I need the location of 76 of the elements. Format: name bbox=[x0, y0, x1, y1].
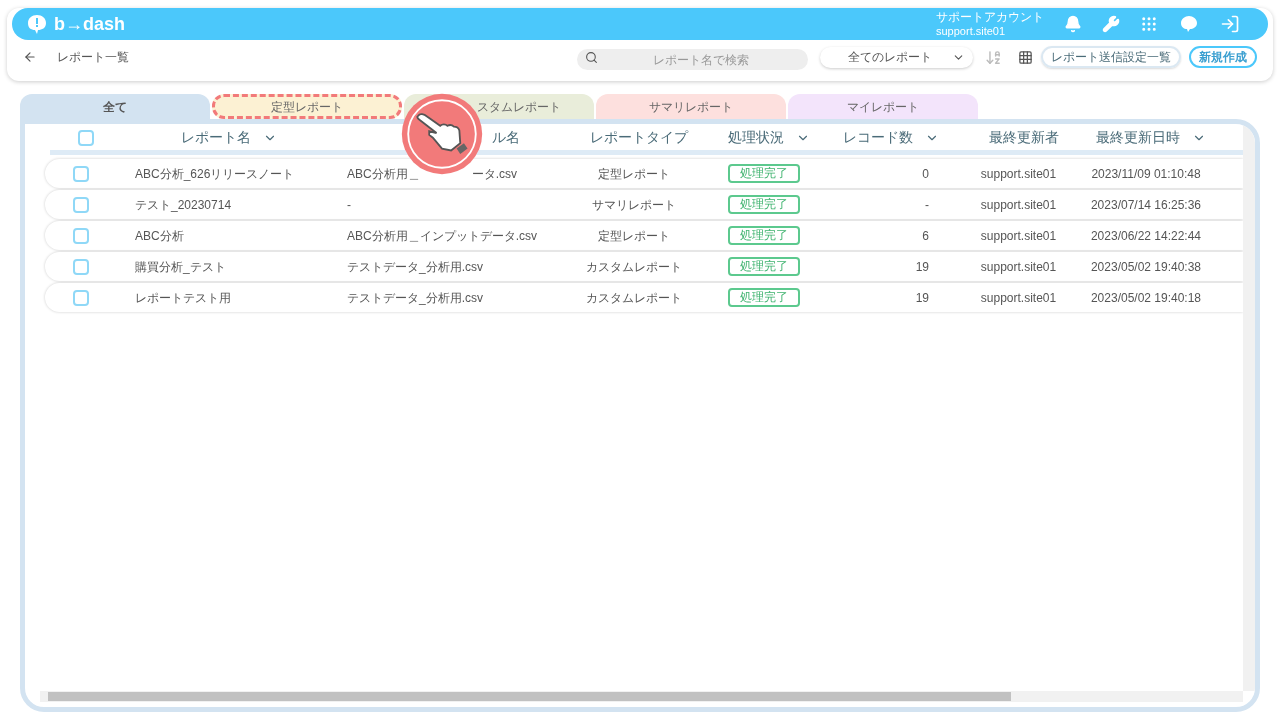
send-settings-button[interactable]: レポート送信設定一覧 bbox=[1041, 46, 1181, 68]
report-type: カスタムレポート bbox=[584, 258, 683, 276]
wrench-icon[interactable] bbox=[1102, 15, 1120, 33]
updated-at: 2023/07/14 16:25:36 bbox=[1089, 196, 1203, 214]
logo-text: b→dash bbox=[54, 13, 125, 36]
file-name: ABC分析用＿インプットデータ.csv bbox=[347, 227, 537, 245]
report-name: ABC分析_626リリースノート bbox=[134, 165, 296, 183]
table-row[interactable]: テスト_20230714 - サマリレポート 処理完了 - support.site01 2023/07/14 16:25:36 bbox=[45, 190, 1243, 219]
status-badge: 処理完了 bbox=[727, 195, 800, 214]
checkbox[interactable] bbox=[73, 258, 89, 275]
column-header: 最終更新者 bbox=[988, 128, 1059, 147]
checkbox[interactable] bbox=[73, 196, 89, 213]
updated-at: 2023/05/02 19:40:18 bbox=[1089, 289, 1203, 307]
column-header[interactable]: レコード数 bbox=[843, 127, 913, 148]
checkbox[interactable] bbox=[73, 227, 89, 244]
report-type: 定型レポート bbox=[596, 227, 671, 245]
updater: support.site01 bbox=[979, 165, 1058, 183]
report-name: 購買分析_テスト bbox=[134, 258, 227, 276]
file-name: - bbox=[347, 196, 351, 214]
report-type: 定型レポート bbox=[596, 165, 671, 183]
bell-icon[interactable] bbox=[1064, 15, 1082, 33]
report-type: サマリレポート bbox=[590, 196, 677, 214]
updated-at: 2023/11/09 01:10:48 bbox=[1090, 165, 1202, 183]
table-row[interactable]: レポートテスト用 テストデータ_分析用.csv カスタムレポート 処理完了 19 support.site01 2023/05/02 19:40:18 bbox=[45, 283, 1243, 312]
report-tab[interactable]: 全て bbox=[20, 94, 210, 119]
logout-icon[interactable] bbox=[1220, 14, 1240, 34]
report-name: テスト_20230714 bbox=[134, 196, 233, 214]
column-header: ル名 bbox=[492, 128, 520, 147]
file-name: ABC分析用＿ bbox=[347, 165, 420, 183]
checkbox[interactable] bbox=[73, 289, 89, 306]
updater: support.site01 bbox=[979, 289, 1058, 307]
updater: support.site01 bbox=[979, 196, 1058, 214]
record-count: 0 bbox=[921, 165, 930, 183]
column-header[interactable]: 最終更新日時 bbox=[1096, 127, 1180, 148]
checkbox[interactable] bbox=[78, 129, 94, 146]
record-count: 6 bbox=[921, 227, 930, 245]
account-label: サポートアカウント bbox=[936, 10, 1044, 24]
table-row[interactable]: ABC分析 ABC分析用＿インプットデータ.csv 定型レポート 処理完了 6 support.site01 2023/06/22 14:22:44 bbox=[45, 221, 1243, 250]
table-row[interactable]: 購買分析_テスト テストデータ_分析用.csv カスタムレポート 処理完了 19 support.site01 2023/05/02 19:40:38 bbox=[45, 252, 1243, 281]
status-badge: 処理完了 bbox=[727, 226, 800, 245]
report-name: レポートテスト用 bbox=[134, 289, 232, 307]
file-name: テストデータ_分析用.csv bbox=[347, 289, 483, 307]
vertical-scrollbar[interactable] bbox=[1243, 124, 1255, 691]
record-count: 19 bbox=[914, 258, 930, 276]
status-badge: 処理完了 bbox=[727, 164, 800, 183]
grid-view-icon[interactable] bbox=[1018, 49, 1033, 65]
report-type: カスタムレポート bbox=[584, 289, 683, 307]
report-tab[interactable]: サマリレポート bbox=[596, 94, 786, 119]
status-badge: 処理完了 bbox=[727, 288, 800, 307]
search-field[interactable]: レポート名で検索 bbox=[577, 49, 808, 70]
column-header[interactable]: 処理状況 bbox=[727, 127, 784, 148]
record-count: - bbox=[924, 196, 930, 214]
report-filter-select[interactable]: 全てのレポート bbox=[820, 46, 973, 68]
sort-az-icon[interactable] bbox=[985, 48, 1002, 66]
account-user: support.site01 bbox=[936, 24, 1007, 38]
report-tab[interactable]: マイレポート bbox=[788, 94, 978, 119]
checkbox[interactable] bbox=[73, 165, 89, 182]
updated-at: 2023/05/02 19:40:38 bbox=[1089, 258, 1203, 276]
chat-bubble-icon[interactable] bbox=[1178, 14, 1200, 34]
table-row[interactable]: ABC分析_626リリースノート ABC分析用＿ ータ.csv 定型レポート 処理完了 0 support.site01 2023/11/09 01:10:48 bbox=[45, 159, 1243, 188]
back-icon[interactable] bbox=[23, 50, 37, 64]
record-count: 19 bbox=[914, 289, 930, 307]
report-name: ABC分析 bbox=[134, 227, 185, 245]
updater: support.site01 bbox=[979, 258, 1058, 276]
column-header[interactable]: レポート名 bbox=[181, 127, 251, 148]
apps-grid-icon[interactable] bbox=[1140, 15, 1158, 33]
file-name: テストデータ_分析用.csv bbox=[347, 258, 483, 276]
page-title: レポート一覧 bbox=[57, 49, 129, 66]
report-tab[interactable]: 定型レポート bbox=[212, 94, 402, 119]
horizontal-scrollbar[interactable] bbox=[40, 691, 1243, 702]
status-badge: 処理完了 bbox=[727, 257, 800, 276]
file-name: ータ.csv bbox=[471, 165, 518, 183]
updated-at: 2023/06/22 14:22:44 bbox=[1089, 227, 1203, 245]
updater: support.site01 bbox=[979, 227, 1058, 245]
column-header: レポートタイプ bbox=[589, 128, 688, 147]
search-icon bbox=[585, 50, 598, 64]
